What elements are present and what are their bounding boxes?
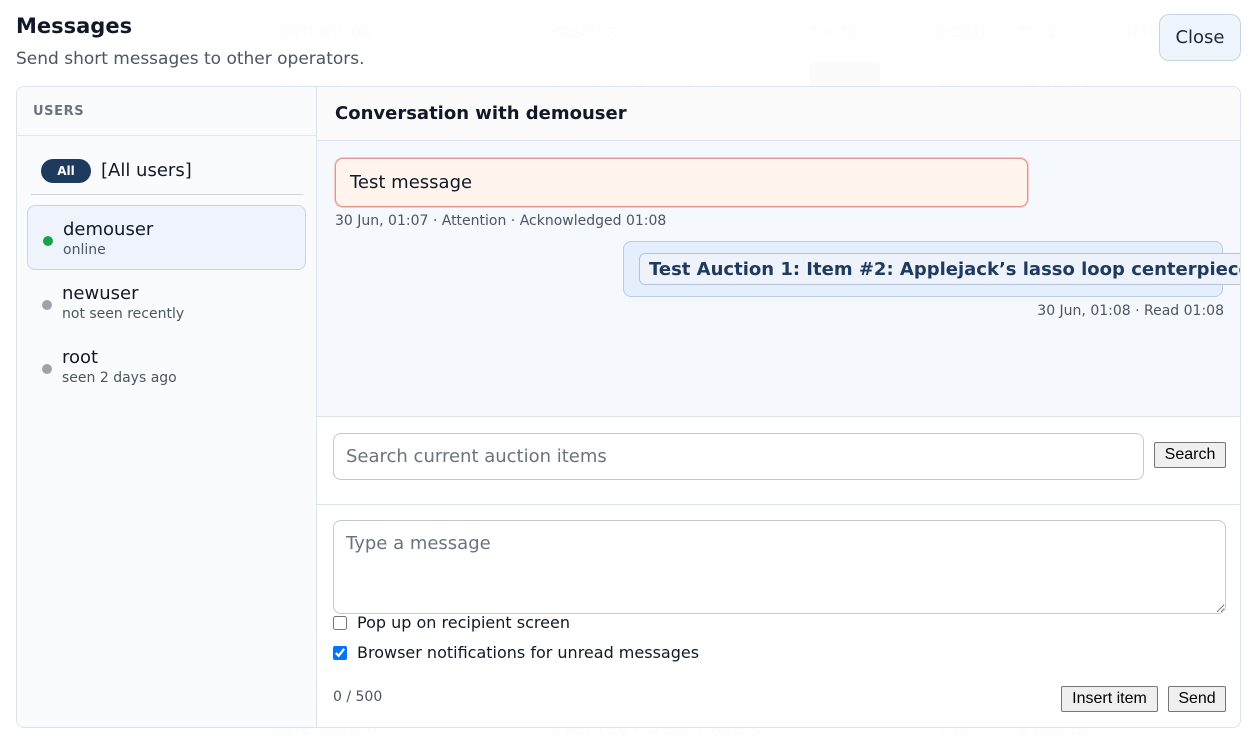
notify-label: Browser notifications for unread message… bbox=[357, 643, 700, 662]
user-item-newuser[interactable]: newuser not seen recently bbox=[27, 270, 306, 335]
user-name: root bbox=[62, 347, 99, 368]
user-status: not seen recently bbox=[62, 306, 185, 322]
popup-option[interactable]: Pop up on recipient screen bbox=[333, 613, 570, 632]
user-name: newuser bbox=[62, 283, 139, 304]
notify-option[interactable]: Browser notifications for unread message… bbox=[333, 643, 699, 662]
outgoing-message-bubble: Test Auction 1: Item #2: Applejack’s las… bbox=[623, 241, 1240, 297]
online-status-icon bbox=[43, 236, 53, 246]
user-name: demouser bbox=[63, 219, 154, 240]
all-users-label: [All users] bbox=[101, 160, 192, 181]
send-button[interactable]: Send bbox=[1168, 686, 1226, 712]
offline-status-icon bbox=[42, 364, 52, 374]
message-input[interactable] bbox=[333, 520, 1226, 614]
insert-item-button[interactable]: Insert item bbox=[1061, 686, 1158, 712]
compose-area: Pop up on recipient screen Browser notif… bbox=[317, 505, 1240, 727]
incoming-message-bubble: Test message bbox=[335, 158, 1028, 207]
user-status: online bbox=[63, 242, 106, 258]
user-item-root[interactable]: root seen 2 days ago bbox=[27, 334, 306, 399]
dialog-subtitle: Send short messages to other operators. bbox=[16, 49, 365, 69]
popup-checkbox[interactable] bbox=[333, 615, 347, 630]
divider bbox=[17, 135, 317, 136]
search-button[interactable]: Search bbox=[1154, 442, 1226, 468]
conversation-title: Conversation with demouser bbox=[335, 103, 627, 124]
item-search-input[interactable] bbox=[333, 433, 1144, 480]
messages-panel: USERS All [All users] demouser online ne… bbox=[16, 86, 1241, 728]
message-meta: 30 Jun, 01:08 · Read 01:08 bbox=[1037, 303, 1224, 319]
close-button[interactable]: Close bbox=[1159, 14, 1241, 61]
user-item-demouser[interactable]: demouser online bbox=[27, 205, 306, 270]
message-thread[interactable]: Test message 30 Jun, 01:07 · Attention ·… bbox=[317, 141, 1240, 417]
users-sidebar: USERS All [All users] demouser online ne… bbox=[17, 87, 317, 727]
notify-checkbox[interactable] bbox=[333, 645, 347, 660]
all-users-item[interactable]: All [All users] bbox=[31, 147, 303, 195]
message-meta: 30 Jun, 01:07 · Attention · Acknowledged… bbox=[335, 213, 667, 229]
conversation-pane: Conversation with demouser Test message … bbox=[317, 87, 1240, 727]
char-counter: 0 / 500 bbox=[333, 689, 383, 705]
all-badge: All bbox=[41, 158, 91, 183]
item-reference-link[interactable]: Test Auction 1: Item #2: Applejack’s las… bbox=[639, 253, 1240, 285]
users-heading: USERS bbox=[33, 104, 85, 119]
user-status: seen 2 days ago bbox=[62, 370, 177, 386]
conversation-header: Conversation with demouser bbox=[317, 87, 1240, 141]
item-search-bar: Search bbox=[317, 417, 1240, 505]
dialog-title: Messages bbox=[16, 14, 133, 38]
popup-label: Pop up on recipient screen bbox=[357, 613, 570, 632]
message-text: Test message bbox=[350, 172, 473, 193]
offline-status-icon bbox=[42, 300, 52, 310]
